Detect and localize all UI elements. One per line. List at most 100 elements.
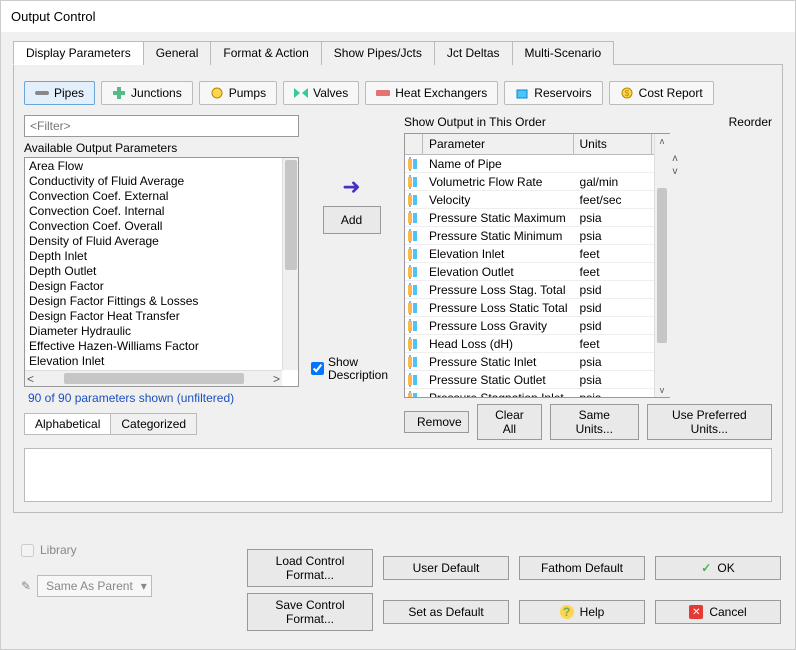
cell-parameter: Velocity: [423, 193, 574, 207]
tab-format-action[interactable]: Format & Action: [210, 41, 321, 65]
filter-input[interactable]: [24, 115, 299, 137]
row-icon: [405, 372, 423, 388]
table-row[interactable]: Pressure Static Outletpsiav: [405, 371, 670, 389]
list-item[interactable]: Diameter Hydraulic: [29, 324, 294, 339]
row-icon: [405, 390, 423, 398]
list-item[interactable]: Design Factor Heat Transfer: [29, 309, 294, 324]
help-button[interactable]: ?Help: [519, 600, 645, 624]
cell-unit: psia: [574, 391, 652, 399]
cell-parameter: Name of Pipe: [423, 157, 574, 171]
col-units[interactable]: Units: [574, 134, 652, 154]
toolbar-valves[interactable]: Valves: [283, 81, 359, 105]
scrollbar-horizontal[interactable]: <>: [25, 370, 282, 386]
table-row[interactable]: Pressure Loss Static Totalpsidv: [405, 299, 670, 317]
table-row[interactable]: Pressure Loss Stag. Totalpsidv: [405, 281, 670, 299]
list-item[interactable]: Density of Fluid Average: [29, 234, 294, 249]
row-icon: [405, 246, 423, 262]
list-item[interactable]: Effective Hazen-Williams Factor: [29, 339, 294, 354]
list-item[interactable]: Design Factor Fittings & Losses: [29, 294, 294, 309]
show-description-checkbox[interactable]: Show Description: [311, 356, 392, 382]
tab-show-pipes-jcts[interactable]: Show Pipes/Jcts: [321, 41, 435, 65]
table-row[interactable]: Head Loss (dH)feetv: [405, 335, 670, 353]
cell-unit: psia: [574, 373, 652, 387]
list-item[interactable]: Area Flow: [29, 159, 294, 174]
table-row[interactable]: Pressure Stagnation Inletpsiav: [405, 389, 670, 398]
remove-button[interactable]: Remove: [404, 411, 469, 433]
reorder-up-icon[interactable]: ʌ: [673, 153, 678, 164]
load-control-format-button[interactable]: Load Control Format...: [247, 549, 373, 587]
toolbar-junctions[interactable]: Junctions: [101, 81, 193, 105]
table-row[interactable]: Pressure Static Minimumpsiav: [405, 227, 670, 245]
library-checkbox: [21, 544, 34, 557]
available-params-list[interactable]: Area FlowConductivity of Fluid AverageCo…: [24, 157, 299, 387]
list-item[interactable]: Depth Inlet: [29, 249, 294, 264]
list-item[interactable]: Elevation Inlet: [29, 354, 294, 369]
table-row[interactable]: Velocityfeet/secv: [405, 191, 670, 209]
list-item[interactable]: Conductivity of Fluid Average: [29, 174, 294, 189]
show-output-label: Show Output in This Order: [404, 115, 546, 129]
available-params-label: Available Output Parameters: [24, 141, 299, 155]
reorder-down-icon[interactable]: v: [673, 166, 678, 177]
same-as-parent-dropdown[interactable]: Same As Parent: [37, 575, 152, 597]
cost-report-icon: $: [620, 86, 634, 100]
toolbar-pipes[interactable]: Pipes: [24, 81, 95, 105]
table-row[interactable]: Elevation Outletfeetv: [405, 263, 670, 281]
ok-button[interactable]: ✓OK: [655, 556, 781, 580]
tab-general[interactable]: General: [143, 41, 212, 65]
table-row[interactable]: Name of Pipe: [405, 155, 670, 173]
cancel-button[interactable]: ✕Cancel: [655, 600, 781, 624]
category-toolbar: Pipes Junctions Pumps Valves Heat Exchan…: [24, 75, 772, 115]
tab-multi-scenario[interactable]: Multi-Scenario: [512, 41, 615, 65]
cell-unit: psid: [574, 319, 652, 333]
subtab-alphabetical[interactable]: Alphabetical: [24, 413, 111, 435]
toolbar-reservoirs[interactable]: Reservoirs: [504, 81, 602, 105]
tab-display-parameters[interactable]: Display Parameters: [13, 41, 144, 65]
cell-unit: feet/sec: [574, 193, 652, 207]
toolbar-cost-report[interactable]: $Cost Report: [609, 81, 714, 105]
list-item[interactable]: Convection Coef. Internal: [29, 204, 294, 219]
heat-exchangers-icon: [376, 86, 390, 100]
library-label: Library: [40, 543, 77, 557]
row-icon: [405, 318, 423, 334]
toolbar-heat-exchangers[interactable]: Heat Exchangers: [365, 81, 498, 105]
table-row[interactable]: Elevation Inletfeetv: [405, 245, 670, 263]
scrollbar-vertical[interactable]: [282, 158, 298, 370]
svg-text:$: $: [624, 89, 629, 98]
toolbar-pumps[interactable]: Pumps: [199, 81, 277, 105]
cell-parameter: Volumetric Flow Rate: [423, 175, 574, 189]
subtab-categorized[interactable]: Categorized: [110, 413, 197, 435]
cell-parameter: Pressure Static Minimum: [423, 229, 574, 243]
list-item[interactable]: Convection Coef. Overall: [29, 219, 294, 234]
grid-scrollbar[interactable]: ʌv: [654, 134, 670, 397]
clear-all-button[interactable]: Clear All: [477, 404, 542, 440]
table-row[interactable]: Pressure Loss Gravitypsidv: [405, 317, 670, 335]
table-row[interactable]: Pressure Static Inletpsiav: [405, 353, 670, 371]
table-row[interactable]: Volumetric Flow Rategal/minv: [405, 173, 670, 191]
reservoirs-icon: [515, 86, 529, 100]
list-item[interactable]: Depth Outlet: [29, 264, 294, 279]
col-parameter[interactable]: Parameter: [423, 134, 574, 154]
table-row[interactable]: Pressure Static Maximumpsiav: [405, 209, 670, 227]
set-as-default-button[interactable]: Set as Default: [383, 600, 509, 624]
same-units-button[interactable]: Same Units...: [550, 404, 639, 440]
pumps-icon: [210, 86, 224, 100]
list-item[interactable]: Convection Coef. External: [29, 189, 294, 204]
row-icon: [405, 210, 423, 226]
cell-parameter: Head Loss (dH): [423, 337, 574, 351]
list-item[interactable]: Design Factor: [29, 279, 294, 294]
user-default-button[interactable]: User Default: [383, 556, 509, 580]
output-grid[interactable]: Parameter Units ʌ Name of PipeVolumetric…: [404, 133, 670, 398]
save-control-format-button[interactable]: Save Control Format...: [247, 593, 373, 631]
use-preferred-units-button[interactable]: Use Preferred Units...: [647, 404, 772, 440]
row-icon: [405, 354, 423, 370]
reorder-label: Reorder: [729, 115, 772, 129]
cell-parameter: Pressure Stagnation Inlet: [423, 391, 574, 399]
add-button[interactable]: Add: [323, 206, 381, 234]
cancel-icon: ✕: [689, 605, 703, 619]
row-icon: [405, 282, 423, 298]
cell-parameter: Pressure Loss Static Total: [423, 301, 574, 315]
param-count-label: 90 of 90 parameters shown (unfiltered): [28, 391, 295, 405]
tab-jct-deltas[interactable]: Jct Deltas: [434, 41, 513, 65]
cell-unit: feet: [574, 337, 652, 351]
fathom-default-button[interactable]: Fathom Default: [519, 556, 645, 580]
